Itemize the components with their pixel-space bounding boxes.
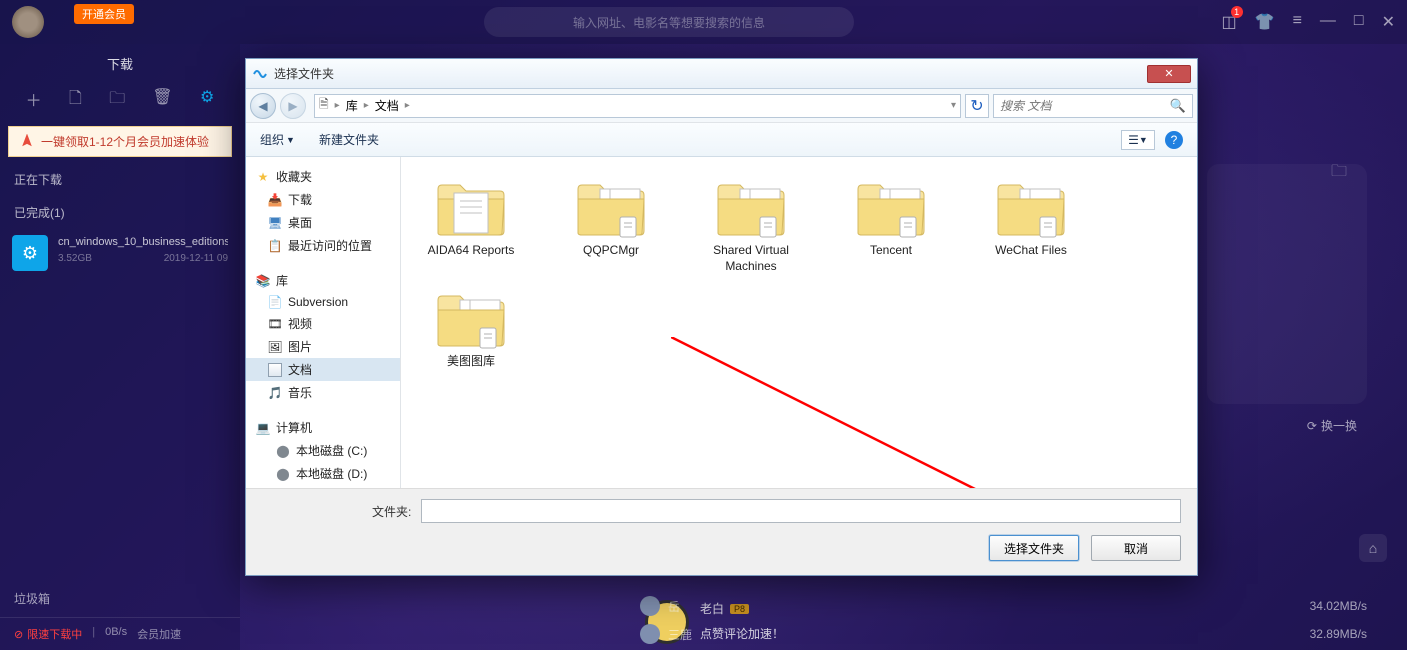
settings-toolbar-icon[interactable]: ⚙ bbox=[200, 87, 214, 114]
promo-text: 一键领取1-12个月会员加速体验 bbox=[41, 133, 209, 150]
explorer-search-input[interactable] bbox=[1000, 99, 1170, 113]
dialog-close-button[interactable]: ✕ bbox=[1147, 65, 1191, 83]
completed-section[interactable]: 已完成(1) bbox=[0, 194, 240, 227]
folder-name-input[interactable] bbox=[421, 499, 1181, 523]
download-tab[interactable]: 下载 bbox=[0, 44, 240, 79]
app-icon bbox=[252, 66, 268, 82]
tree-computer[interactable]: 💻计算机 bbox=[246, 416, 400, 439]
content-card bbox=[1207, 164, 1367, 404]
folder-item[interactable]: Shared Virtual Machines bbox=[691, 171, 811, 278]
tree-favorites[interactable]: ★收藏夹 bbox=[246, 165, 400, 188]
tree-recent[interactable]: 📋最近访问的位置 bbox=[246, 234, 400, 257]
folder-icon bbox=[992, 175, 1070, 239]
new-file-icon[interactable]: 🗋 bbox=[69, 87, 82, 114]
folder-item[interactable]: 美图图库 bbox=[411, 282, 531, 374]
vip-badge[interactable]: 开通会员 bbox=[74, 4, 134, 24]
tree-video[interactable]: 🎞视频 bbox=[246, 312, 400, 335]
cancel-button[interactable]: 取消 bbox=[1091, 535, 1181, 561]
folder-input-label: 文件夹: bbox=[372, 503, 411, 520]
skin-icon[interactable]: 👕 bbox=[1255, 12, 1275, 32]
folder-icon bbox=[852, 175, 930, 239]
add-icon[interactable]: ＋ bbox=[26, 87, 42, 114]
search-icon[interactable]: 🔍 bbox=[1170, 98, 1186, 114]
folder-item[interactable]: AIDA64 Reports bbox=[411, 171, 531, 278]
folder-item[interactable]: Tencent bbox=[831, 171, 951, 278]
help-button[interactable]: ? bbox=[1165, 131, 1183, 149]
minimize-icon[interactable]: — bbox=[1320, 12, 1336, 32]
download-item[interactable]: ⚙ cn_windows_10_business_editions_versio… bbox=[0, 227, 240, 279]
forward-button[interactable]: ▶ bbox=[280, 93, 306, 119]
tree-desktop[interactable]: 🖥桌面 bbox=[246, 211, 400, 234]
breadcrumb-item[interactable]: 库 bbox=[346, 97, 358, 114]
tree-subversion[interactable]: 📄Subversion bbox=[246, 292, 400, 312]
folder-label: QQPCMgr bbox=[583, 243, 639, 259]
speed-row: 岳 34.02MB/s bbox=[640, 596, 1367, 616]
speed-limit-status[interactable]: ⊘ 限速下载中 bbox=[14, 626, 82, 642]
peer-speed: 32.89MB/s bbox=[1310, 627, 1367, 641]
rocket-icon bbox=[19, 134, 35, 150]
new-folder-button[interactable]: 新建文件夹 bbox=[319, 131, 379, 148]
shuffle-button[interactable]: ⟳ 换一换 bbox=[1307, 417, 1357, 434]
download-date: 2019-12-11 09 bbox=[164, 253, 228, 264]
tree-library[interactable]: 📚库 bbox=[246, 269, 400, 292]
iso-icon: ⚙ bbox=[12, 235, 48, 271]
downloading-section: 正在下载 bbox=[0, 161, 240, 194]
folder-item[interactable]: QQPCMgr bbox=[551, 171, 671, 278]
peer-avatar bbox=[640, 624, 660, 644]
speed-row: 三鹿 32.89MB/s bbox=[640, 624, 1367, 644]
explorer-search[interactable]: 🔍 bbox=[993, 94, 1193, 118]
folder-icon bbox=[432, 175, 510, 239]
folder-icon bbox=[712, 175, 790, 239]
global-search[interactable]: 输入网址、电影名等想要搜索的信息 bbox=[484, 7, 854, 37]
folder-icon[interactable]: 🗀 bbox=[109, 87, 125, 114]
tree-drive-d[interactable]: ⬤本地磁盘 (D:) bbox=[246, 462, 400, 485]
tree-downloads[interactable]: 📥下载 bbox=[246, 188, 400, 211]
menu-icon[interactable]: ≡ bbox=[1293, 12, 1302, 32]
folder-label: WeChat Files bbox=[995, 243, 1067, 259]
view-toggle[interactable]: ☰ ▼ bbox=[1121, 130, 1155, 150]
peer-name: 岳 bbox=[668, 598, 680, 615]
peer-name: 三鹿 bbox=[668, 626, 692, 643]
folder-label: Tencent bbox=[870, 243, 912, 259]
tree-music[interactable]: 🎵音乐 bbox=[246, 381, 400, 404]
chevron-down-icon[interactable]: ▾ bbox=[951, 100, 956, 111]
folder-label: Shared Virtual Machines bbox=[695, 243, 807, 274]
back-button[interactable]: ◀ bbox=[250, 93, 276, 119]
peer-avatar bbox=[640, 596, 660, 616]
promo-banner[interactable]: 一键领取1-12个月会员加速体验 bbox=[8, 126, 232, 157]
folder-label: AIDA64 Reports bbox=[428, 243, 515, 259]
folder-item[interactable]: WeChat Files bbox=[971, 171, 1091, 278]
dialog-title: 选择文件夹 bbox=[274, 65, 334, 82]
folder-icon bbox=[572, 175, 650, 239]
file-grid[interactable]: AIDA64 Reports QQPCMgr Shared Virtual Mach… bbox=[401, 157, 1197, 488]
speed-value: 0B/s bbox=[105, 626, 127, 642]
notification-icon[interactable]: ◫1 bbox=[1222, 12, 1237, 32]
close-app-icon[interactable]: ✕ bbox=[1382, 12, 1395, 32]
tree-pictures[interactable]: 🖼图片 bbox=[246, 335, 400, 358]
breadcrumb[interactable]: 🗎 ▸ 库 ▸ 文档 ▸ ▾ bbox=[314, 94, 961, 118]
trash-section[interactable]: 垃圾箱 bbox=[0, 580, 240, 617]
folder-label: 美图图库 bbox=[447, 354, 495, 370]
download-size: 3.52GB bbox=[58, 253, 92, 264]
breadcrumb-item[interactable]: 文档 bbox=[375, 97, 399, 114]
folder-picker-dialog: 选择文件夹 ✕ ◀ ▶ 🗎 ▸ 库 ▸ 文档 ▸ ▾ ↻ 🔍 组织 ▼ 新建文件… bbox=[245, 58, 1198, 576]
user-avatar[interactable] bbox=[12, 6, 44, 38]
peer-speed: 34.02MB/s bbox=[1310, 599, 1367, 613]
select-folder-button[interactable]: 选择文件夹 bbox=[989, 535, 1079, 561]
doc-icon: 🗎 bbox=[319, 95, 329, 116]
tree-drive-c[interactable]: ⬤本地磁盘 (C:) bbox=[246, 439, 400, 462]
trash-icon[interactable]: 🗑 bbox=[152, 87, 172, 114]
refresh-button[interactable]: ↻ bbox=[965, 94, 989, 118]
folder-icon bbox=[432, 286, 510, 350]
tree-documents[interactable]: 文档 bbox=[246, 358, 400, 381]
member-boost[interactable]: 会员加速 bbox=[137, 626, 181, 642]
download-filename: cn_windows_10_business_editions_version_… bbox=[58, 235, 228, 249]
home-shortcut[interactable]: ⌂ bbox=[1359, 534, 1387, 562]
nav-tree: ★收藏夹 📥下载 🖥桌面 📋最近访问的位置 📚库 📄Subversion 🎞视频… bbox=[246, 157, 401, 488]
organize-menu[interactable]: 组织 ▼ bbox=[260, 131, 295, 148]
maximize-icon[interactable]: □ bbox=[1354, 12, 1364, 32]
